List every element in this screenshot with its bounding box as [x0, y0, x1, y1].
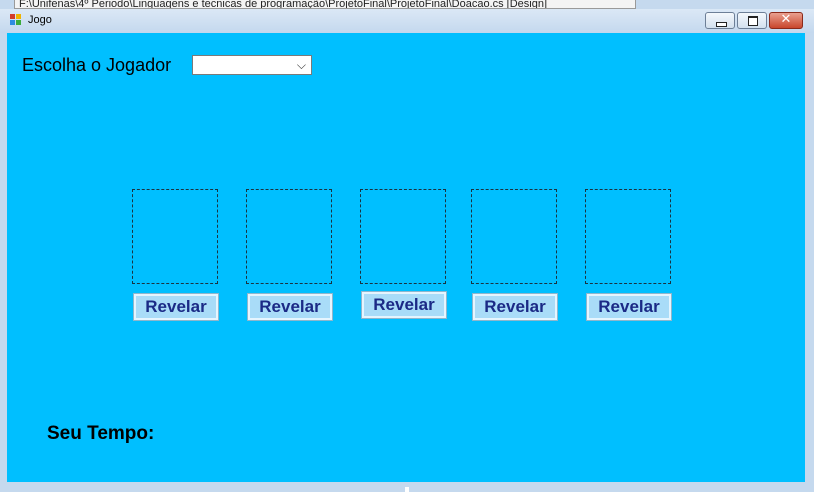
reveal-button-2[interactable]: Revelar [247, 293, 333, 321]
jogador-label: Escolha o Jogador [22, 55, 172, 75]
reveal-button-3[interactable]: Revelar [361, 291, 447, 319]
minimize-button[interactable] [705, 12, 735, 29]
game-window: Jogo ✕ Escolha o Jogador ⌵ Revelar Revel… [0, 0, 814, 492]
reveal-button-4[interactable]: Revelar [472, 293, 558, 321]
card-box-5 [585, 189, 671, 284]
form-client-area: Escolha o Jogador ⌵ Revelar Revelar Reve… [7, 33, 805, 482]
chevron-down-icon[interactable]: ⌵ [297, 58, 306, 73]
app-icon [10, 14, 22, 26]
resize-handle[interactable] [405, 487, 409, 492]
minimize-icon [716, 22, 727, 27]
maximize-icon [748, 16, 758, 26]
reveal-button-1[interactable]: Revelar [133, 293, 219, 321]
card-box-1 [132, 189, 218, 284]
card-box-2 [246, 189, 332, 284]
close-icon: ✕ [780, 12, 792, 27]
maximize-button[interactable] [737, 12, 767, 29]
path-tooltip: F:\Unifenas\4º Periodo\Linguagens e tecn… [14, 0, 636, 9]
card-box-3 [360, 189, 446, 284]
window-title: Jogo [28, 14, 52, 26]
jogador-select[interactable]: ⌵ [192, 55, 312, 75]
title-bar[interactable]: Jogo ✕ [0, 9, 814, 33]
card-box-4 [471, 189, 557, 284]
close-button[interactable]: ✕ [769, 12, 803, 29]
reveal-button-5[interactable]: Revelar [586, 293, 672, 321]
tempo-label: Seu Tempo: [47, 423, 155, 444]
